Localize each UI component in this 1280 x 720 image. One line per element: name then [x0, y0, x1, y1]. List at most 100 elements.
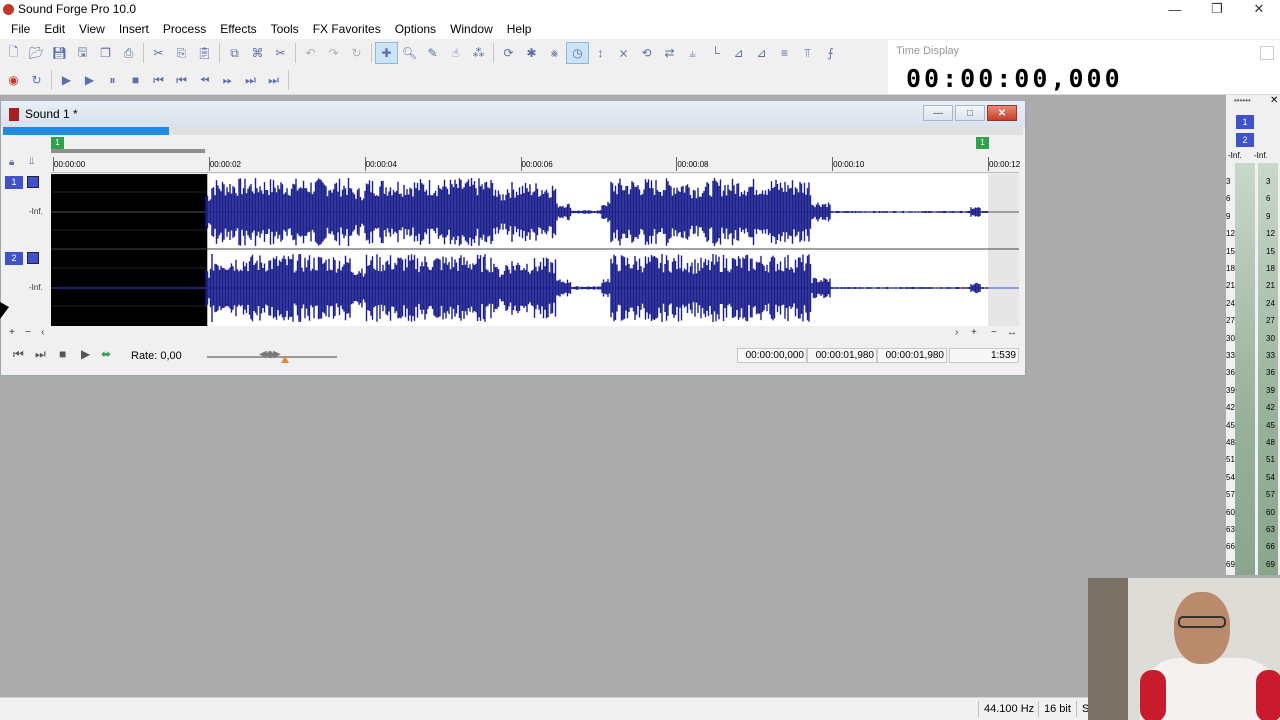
open-icon[interactable]: 📂︎: [25, 42, 48, 64]
meters-grip-icon[interactable]: ••••••: [1234, 96, 1251, 105]
cut-icon[interactable]: ✂︎: [147, 42, 170, 64]
snap-icon[interactable]: ⫫: [29, 156, 35, 167]
play-icon[interactable]: ▶︎: [78, 69, 101, 91]
repeat-icon[interactable]: ↻︎: [345, 42, 368, 64]
print-icon[interactable]: ⎙︎: [117, 42, 140, 64]
menu-window[interactable]: Window: [443, 22, 500, 36]
time-ruler[interactable]: 00:00:00 00:00:02 00:00:04 00:00:06 00:00:08…: [51, 157, 1020, 173]
edit-tool-icon[interactable]: ✚︎: [375, 42, 398, 64]
loop-icon[interactable]: ⟳︎: [497, 42, 520, 64]
selection-start-field[interactable]: 00:00:00,000: [737, 348, 807, 363]
end-marker[interactable]: 1: [976, 137, 989, 149]
zoom-ratio-field[interactable]: 1:539: [949, 348, 1019, 363]
grid-icon[interactable]: ⨳︎: [543, 42, 566, 64]
fade-out-icon[interactable]: ⊿︎: [750, 42, 773, 64]
redo-icon[interactable]: ↷︎: [322, 42, 345, 64]
time-display-close-button[interactable]: [1260, 46, 1274, 60]
stop-icon[interactable]: ■︎: [124, 69, 147, 91]
previous-icon[interactable]: ⏮︎: [170, 69, 193, 91]
stop-icon[interactable]: ■: [59, 347, 66, 361]
next-icon[interactable]: ⏭︎: [239, 69, 262, 91]
waveform-display[interactable]: [51, 174, 1019, 326]
sound-window-close-button[interactable]: ✕: [987, 105, 1017, 121]
zoom-in-horizontal-icon[interactable]: +: [971, 327, 977, 338]
lock-icon[interactable]: 🔒︎: [9, 157, 14, 168]
overview-bar[interactable]: [3, 127, 1023, 135]
record-icon[interactable]: ◉︎: [2, 69, 25, 91]
magnify-tool-icon[interactable]: 🔍︎: [398, 42, 421, 64]
meter-peak-1[interactable]: -Inf.: [1228, 151, 1242, 160]
swap-icon[interactable]: ⇄︎: [658, 42, 681, 64]
reverse-icon[interactable]: ⟲︎: [635, 42, 658, 64]
restore-button[interactable]: ❐: [1196, 0, 1238, 18]
zoom-out-vertical-icon[interactable]: −: [25, 327, 31, 338]
pause-icon[interactable]: ⏸︎: [101, 69, 124, 91]
copy-icon[interactable]: ⎘︎: [170, 42, 193, 64]
meters-close-icon[interactable]: ✕: [1270, 95, 1278, 106]
menu-view[interactable]: View: [72, 22, 112, 36]
zoom-in-vertical-icon[interactable]: +: [9, 327, 15, 338]
forward-icon[interactable]: ⏩︎: [216, 69, 239, 91]
zoom-full-icon[interactable]: ↔: [1007, 327, 1017, 338]
crop-icon[interactable]: ⌘︎: [246, 42, 269, 64]
event-tool-icon[interactable]: ☝︎: [444, 42, 467, 64]
new-icon[interactable]: 🗋︎: [2, 42, 25, 64]
scroll-right-icon[interactable]: ›: [955, 327, 958, 338]
menu-insert[interactable]: Insert: [112, 22, 156, 36]
play-plug-in-chain-icon[interactable]: ⬌: [101, 347, 111, 361]
play-all-icon[interactable]: ▶︎: [55, 69, 78, 91]
fade-in-icon[interactable]: ⊿︎: [727, 42, 750, 64]
trim-icon[interactable]: ✂︎: [269, 42, 292, 64]
menu-effects[interactable]: Effects: [213, 22, 263, 36]
save-icon[interactable]: 💾︎: [48, 42, 71, 64]
fade-icon[interactable]: ⨯︎: [612, 42, 635, 64]
channel-1-minimize-icon[interactable]: [27, 176, 39, 188]
go-to-end-icon[interactable]: ⏭︎: [35, 347, 46, 362]
go-to-start-icon[interactable]: ⏮︎: [147, 69, 170, 91]
mixer-icon[interactable]: ⨍︎: [819, 42, 842, 64]
marker-row[interactable]: 1 1: [3, 137, 1023, 155]
graph-icon[interactable]: └︎: [704, 42, 727, 64]
go-to-start-icon[interactable]: ⏮︎: [13, 347, 24, 362]
undo-icon[interactable]: ↶︎: [299, 42, 322, 64]
start-marker[interactable]: 1: [51, 137, 64, 149]
menu-file[interactable]: File: [4, 22, 37, 36]
menu-tools[interactable]: Tools: [264, 22, 306, 36]
time-icon[interactable]: ◷︎: [566, 42, 589, 64]
menu-process[interactable]: Process: [156, 22, 213, 36]
volume-icon[interactable]: ≡︎: [773, 42, 796, 64]
envelope-tool-icon[interactable]: ⁂︎: [467, 42, 490, 64]
eq-icon[interactable]: ⫪︎: [796, 42, 819, 64]
save-as-icon[interactable]: 🖫︎: [71, 42, 94, 64]
normalize-icon[interactable]: ↕︎: [589, 42, 612, 64]
sound-window-minimize-button[interactable]: —: [923, 105, 953, 121]
render-icon[interactable]: ❐︎: [94, 42, 117, 64]
minimize-button[interactable]: —: [1154, 0, 1196, 18]
zoom-out-horizontal-icon[interactable]: −: [991, 327, 997, 338]
menu-options[interactable]: Options: [388, 22, 443, 36]
sound-window-maximize-button[interactable]: □: [955, 105, 985, 121]
selection-bar[interactable]: [51, 149, 206, 153]
sample-rate[interactable]: 44.100 Hz: [984, 703, 1034, 715]
selection-end-field[interactable]: 00:00:01,980: [807, 348, 877, 363]
scroll-left-icon[interactable]: ‹: [41, 327, 44, 338]
menu-help[interactable]: Help: [500, 22, 539, 36]
mix-icon[interactable]: ⧉︎: [223, 42, 246, 64]
menu-edit[interactable]: Edit: [37, 22, 72, 36]
paste-icon[interactable]: 📋︎: [193, 42, 216, 64]
split-icon[interactable]: ⫨︎: [681, 42, 704, 64]
rate-slider-thumb[interactable]: ◀◀▶▶: [259, 349, 281, 360]
channel-2-minimize-icon[interactable]: [27, 252, 39, 264]
play-icon[interactable]: ▶: [81, 347, 90, 361]
loop-playback-icon[interactable]: ↻︎: [25, 69, 48, 91]
go-to-end-icon[interactable]: ⏭︎: [262, 69, 285, 91]
channel-2-button[interactable]: 2: [5, 252, 23, 265]
close-button[interactable]: ✕: [1238, 0, 1280, 18]
meter-peak-2[interactable]: -Inf.: [1254, 151, 1268, 160]
bit-depth[interactable]: 16 bit: [1044, 703, 1071, 715]
sound-window-title-bar[interactable]: Sound 1 * — □ ✕: [1, 101, 1025, 127]
auto-snap-icon[interactable]: ✱︎: [520, 42, 543, 64]
rewind-icon[interactable]: ⏪︎: [193, 69, 216, 91]
pencil-tool-icon[interactable]: ✎︎: [421, 42, 444, 64]
selection-length-field[interactable]: 00:00:01,980: [877, 348, 947, 363]
